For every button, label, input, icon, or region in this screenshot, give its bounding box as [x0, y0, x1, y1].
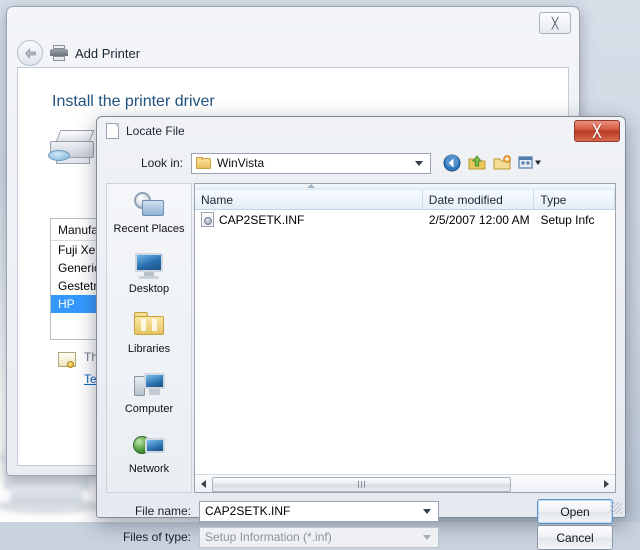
desktop-icon	[132, 250, 166, 280]
file-list-column-headers: Name Date modified Type	[195, 190, 615, 210]
dialog-titlebar[interactable]: Locate File ╳	[97, 117, 625, 145]
place-item-recent-places[interactable]: Recent Places	[107, 190, 191, 250]
look-in-value: WinVista	[217, 156, 265, 170]
resize-grip[interactable]	[610, 502, 622, 514]
page-title: Install the printer driver	[52, 93, 215, 110]
chevron-down-icon	[415, 160, 423, 166]
files-of-type-value: Setup Information (*.inf)	[205, 530, 332, 544]
dialog-toolbar	[443, 154, 542, 172]
back-navigation-button[interactable]	[17, 40, 43, 66]
locate-file-dialog: Locate File ╳ Look in: WinVista Recent P…	[96, 116, 626, 550]
place-label: Computer	[124, 403, 174, 415]
file-icon	[106, 123, 119, 139]
files-of-type-select: Setup Information (*.inf)	[199, 526, 439, 548]
chevron-down-icon	[423, 508, 431, 514]
dialog-title: Locate File	[126, 124, 185, 138]
place-label: Desktop	[128, 283, 170, 295]
files-of-type-label: Files of type:	[122, 530, 191, 544]
file-name-input[interactable]: CAP2SETK.INF	[199, 500, 439, 522]
place-item-network[interactable]: Network	[107, 430, 191, 490]
column-header-date-modified[interactable]: Date modified	[423, 190, 535, 209]
sort-ascending-icon	[307, 184, 315, 188]
inf-file-icon	[201, 212, 214, 227]
computer-icon	[132, 370, 166, 400]
sort-indicator-bar	[195, 184, 615, 190]
add-printer-title: Add Printer	[75, 45, 141, 61]
file-type-cell: Setup Infc	[540, 212, 595, 227]
place-label: Libraries	[127, 343, 171, 355]
place-item-computer[interactable]: Computer	[107, 370, 191, 430]
places-sidebar: Recent Places Desktop Libraries Computer	[106, 183, 192, 493]
libraries-icon	[132, 310, 166, 340]
scrollbar-track[interactable]	[212, 476, 598, 492]
up-one-level-icon[interactable]	[468, 154, 486, 172]
scroll-right-arrow-icon[interactable]	[598, 476, 615, 492]
look-in-label: Look in:	[140, 156, 183, 170]
new-folder-icon[interactable]	[493, 154, 511, 172]
look-in-combobox[interactable]: WinVista	[191, 152, 431, 174]
printer-illustration-icon	[46, 130, 98, 176]
recent-places-icon	[132, 190, 166, 220]
add-printer-close-button[interactable]: ╳	[539, 12, 571, 34]
file-list-rows: CAP2SETK.INF 2/5/2007 12:00 AM Setup Inf…	[195, 210, 615, 229]
scrollbar-thumb[interactable]	[212, 477, 512, 492]
file-name-text: CAP2SETK.INF	[219, 212, 305, 227]
views-icon[interactable]	[518, 154, 542, 172]
back-button-icon[interactable]	[443, 154, 461, 172]
file-name-label: File name:	[134, 504, 191, 518]
back-arrow-icon	[24, 47, 36, 59]
folder-icon	[196, 157, 211, 169]
scroll-left-arrow-icon[interactable]	[195, 476, 212, 492]
look-in-row: Look in: WinVista	[97, 149, 625, 177]
horizontal-scrollbar[interactable]	[195, 474, 615, 492]
column-header-name[interactable]: Name	[195, 190, 423, 209]
chevron-down-icon	[423, 534, 431, 540]
add-printer-titlebar: ╳	[7, 7, 579, 39]
close-icon: ╳	[551, 17, 559, 30]
file-name-cell: CAP2SETK.INF	[195, 212, 423, 227]
place-label: Recent Places	[113, 223, 185, 235]
network-icon	[132, 430, 166, 460]
table-row[interactable]: CAP2SETK.INF 2/5/2007 12:00 AM Setup Inf…	[195, 210, 615, 229]
place-item-desktop[interactable]: Desktop	[107, 250, 191, 310]
printer-icon	[50, 45, 68, 61]
file-name-value: CAP2SETK.INF	[205, 504, 291, 518]
place-label: Network	[128, 463, 170, 475]
place-item-libraries[interactable]: Libraries	[107, 310, 191, 370]
column-header-type[interactable]: Type	[534, 190, 615, 209]
dialog-close-button[interactable]: ╳	[574, 120, 620, 142]
file-date-cell: 2/5/2007 12:00 AM	[428, 212, 530, 227]
certificate-icon	[58, 352, 76, 368]
open-button[interactable]: Open	[537, 499, 613, 524]
file-list[interactable]: Name Date modified Type CAP2SETK.INF 2/5…	[194, 183, 616, 493]
close-icon: ╳	[593, 124, 601, 138]
cancel-button[interactable]: Cancel	[537, 525, 613, 550]
